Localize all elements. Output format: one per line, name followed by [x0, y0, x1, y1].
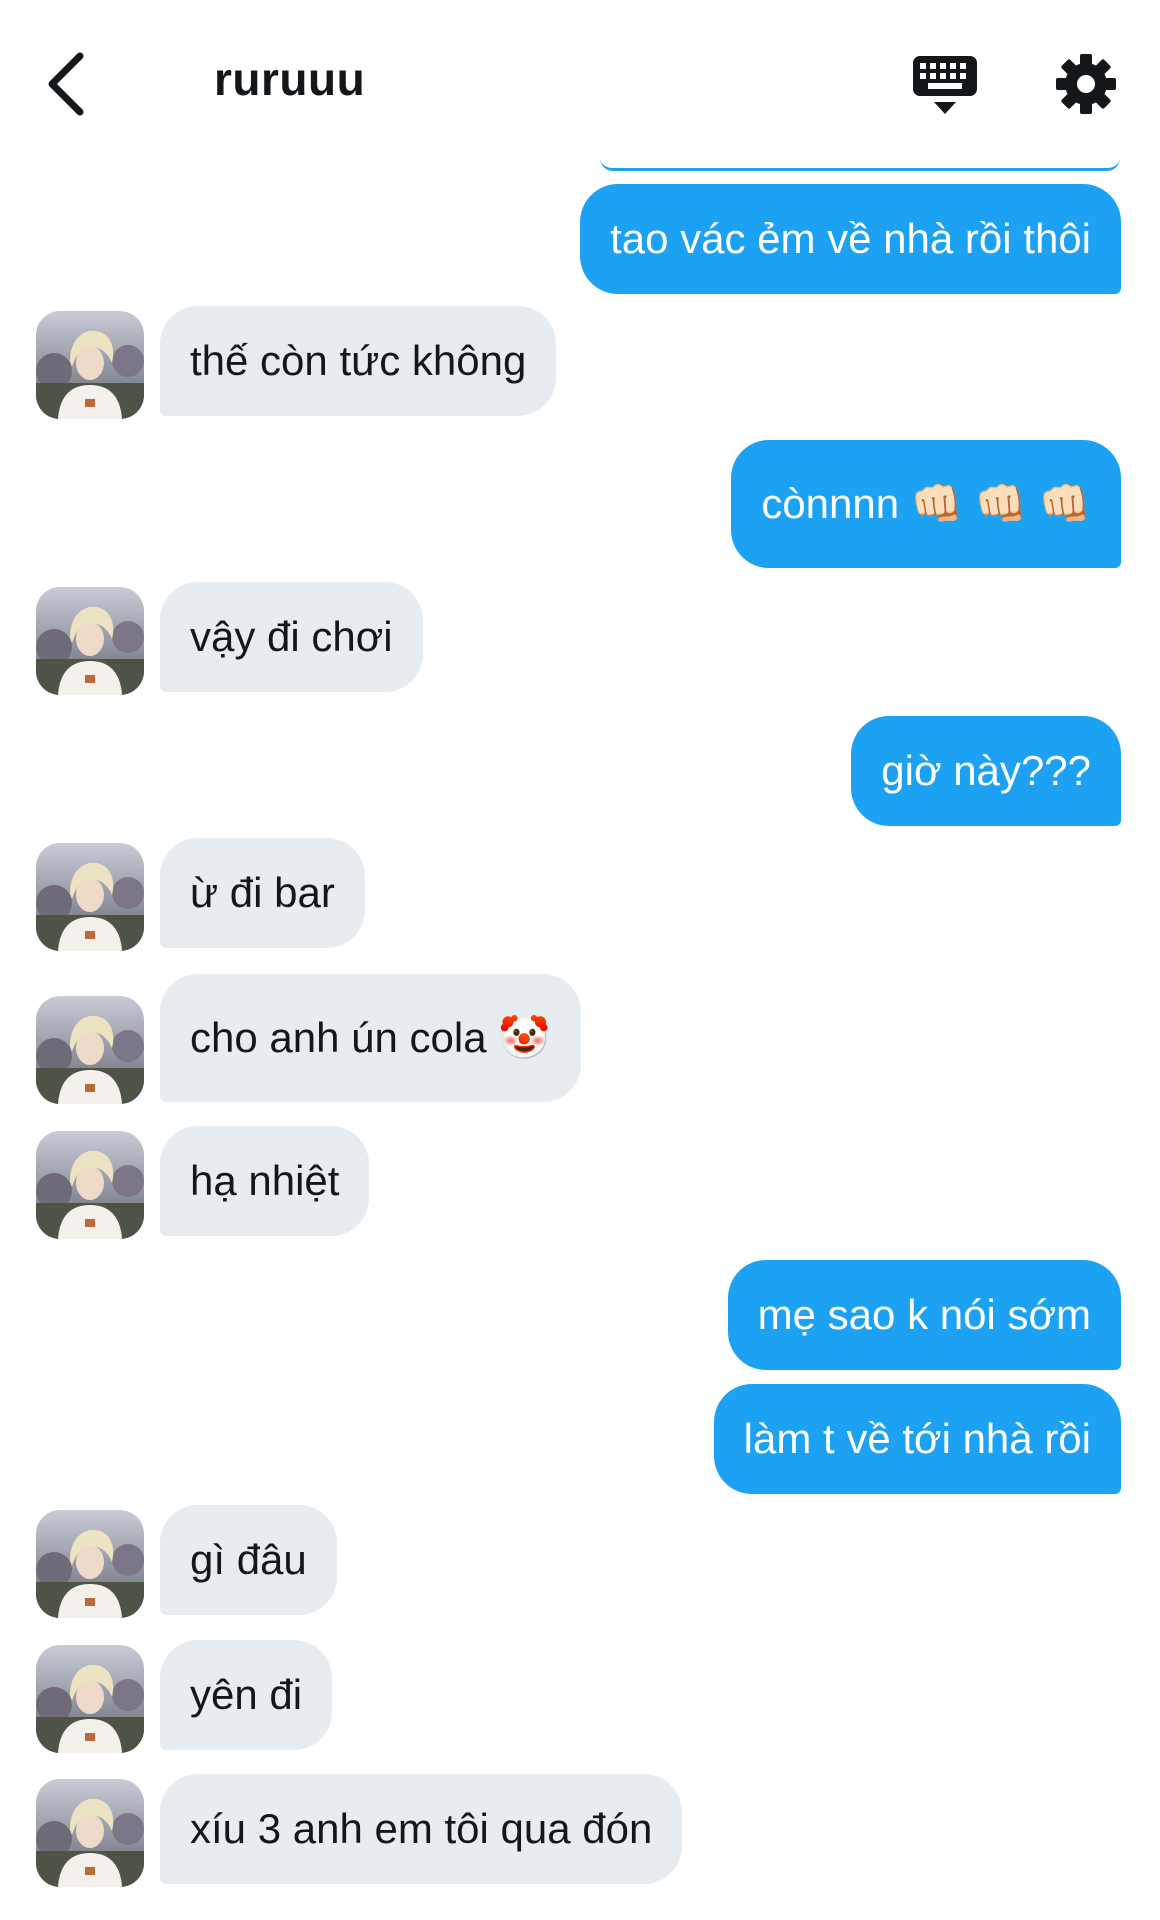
avatar[interactable]: [36, 1131, 144, 1239]
incoming-message[interactable]: xíu 3 anh em tôi qua đón: [160, 1774, 683, 1884]
settings-button[interactable]: [1054, 52, 1118, 116]
outgoing-message[interactable]: giờ này???: [851, 716, 1121, 826]
avatar[interactable]: [36, 996, 144, 1104]
avatar[interactable]: [36, 587, 144, 695]
incoming-message[interactable]: ừ đi bar: [160, 838, 365, 948]
avatar[interactable]: [36, 311, 144, 419]
back-button[interactable]: [36, 44, 96, 124]
incoming-message[interactable]: cho anh ún cola 🤡: [160, 974, 581, 1102]
incoming-message[interactable]: yên đi: [160, 1640, 333, 1750]
keyboard-icon: [913, 56, 977, 114]
avatar[interactable]: [36, 1510, 144, 1618]
conversation-title[interactable]: ruruuu: [214, 52, 365, 106]
incoming-message[interactable]: thế còn tức không: [160, 306, 557, 416]
conversation-header: ruruuu: [0, 0, 1160, 160]
keyboard-button[interactable]: [910, 52, 980, 122]
partial-message-bubble: [600, 158, 1120, 171]
outgoing-message[interactable]: mẹ sao k nói sớm: [727, 1260, 1121, 1370]
outgoing-message[interactable]: tao vác ẻm về nhà rồi thôi: [580, 184, 1121, 294]
chevron-left-icon: [48, 52, 84, 116]
outgoing-message[interactable]: làm t về tới nhà rồi: [713, 1384, 1121, 1494]
incoming-message[interactable]: hạ nhiệt: [160, 1126, 370, 1236]
incoming-message[interactable]: vậy đi chơi: [160, 582, 423, 692]
gear-icon: [1056, 54, 1116, 114]
avatar[interactable]: [36, 843, 144, 951]
avatar[interactable]: [36, 1779, 144, 1887]
outgoing-message[interactable]: cònnnn 👊🏻 👊🏻 👊🏻: [731, 440, 1121, 568]
avatar[interactable]: [36, 1645, 144, 1753]
incoming-message[interactable]: gì đâu: [160, 1505, 337, 1615]
